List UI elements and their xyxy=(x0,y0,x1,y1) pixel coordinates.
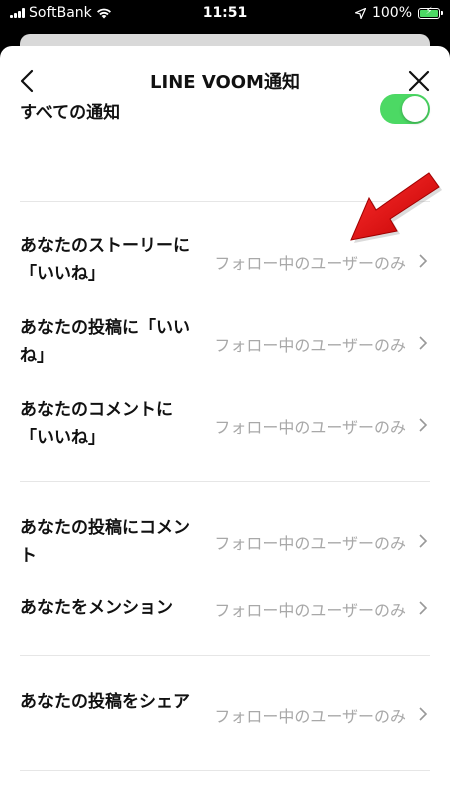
annotation-arrow-icon xyxy=(350,172,442,243)
item-value: フォロー中のユーザーのみ xyxy=(214,601,406,620)
divider xyxy=(20,481,430,482)
divider xyxy=(20,655,430,656)
list-item[interactable]: あなたの投稿に「いいね」 フォロー中のユーザーのみ xyxy=(20,314,430,370)
chevron-right-icon xyxy=(419,254,428,268)
all-notifications-row: すべての通知 xyxy=(20,88,430,130)
item-value: フォロー中のユーザーのみ xyxy=(214,534,406,553)
item-label: あなたのストーリーに「いいね」 xyxy=(20,236,190,284)
list-item[interactable]: あなたのコメントに「いいね」 フォロー中のユーザーのみ xyxy=(20,396,430,452)
item-value: フォロー中のユーザーのみ xyxy=(214,707,406,726)
divider xyxy=(20,770,430,771)
list-item[interactable]: あなたをメンション フォロー中のユーザーのみ xyxy=(20,594,430,624)
chevron-right-icon xyxy=(419,707,428,721)
status-right: 100% ⚡ xyxy=(354,5,443,21)
list-item[interactable]: あなたの投稿にコメント フォロー中のユーザーのみ xyxy=(20,514,430,570)
battery-percent: 100% xyxy=(371,5,412,21)
battery-icon: ⚡ xyxy=(418,6,443,19)
item-value: フォロー中のユーザーのみ xyxy=(214,336,406,355)
toggle-knob xyxy=(402,96,428,122)
item-label: あなたの投稿に「いいね」 xyxy=(20,318,190,366)
all-notifications-toggle[interactable] xyxy=(380,94,430,124)
location-arrow-icon xyxy=(354,7,366,19)
chevron-right-icon xyxy=(419,534,428,548)
status-bar: SoftBank 11:51 100% ⚡ xyxy=(0,0,450,26)
item-label: あなたの投稿をシェア xyxy=(20,692,190,712)
chevron-right-icon xyxy=(419,336,428,350)
item-label: あなたをメンション xyxy=(20,598,173,618)
item-label: あなたの投稿にコメント xyxy=(20,518,190,566)
item-value: フォロー中のユーザーのみ xyxy=(214,254,406,273)
chevron-right-icon xyxy=(419,601,428,615)
item-label: あなたのコメントに「いいね」 xyxy=(20,400,173,448)
list-item[interactable]: あなたの投稿をシェア フォロー中のユーザーのみ xyxy=(20,688,430,744)
all-notifications-label: すべての通知 xyxy=(20,103,121,123)
item-value: フォロー中のユーザーのみ xyxy=(214,418,406,437)
chevron-right-icon xyxy=(419,418,428,432)
